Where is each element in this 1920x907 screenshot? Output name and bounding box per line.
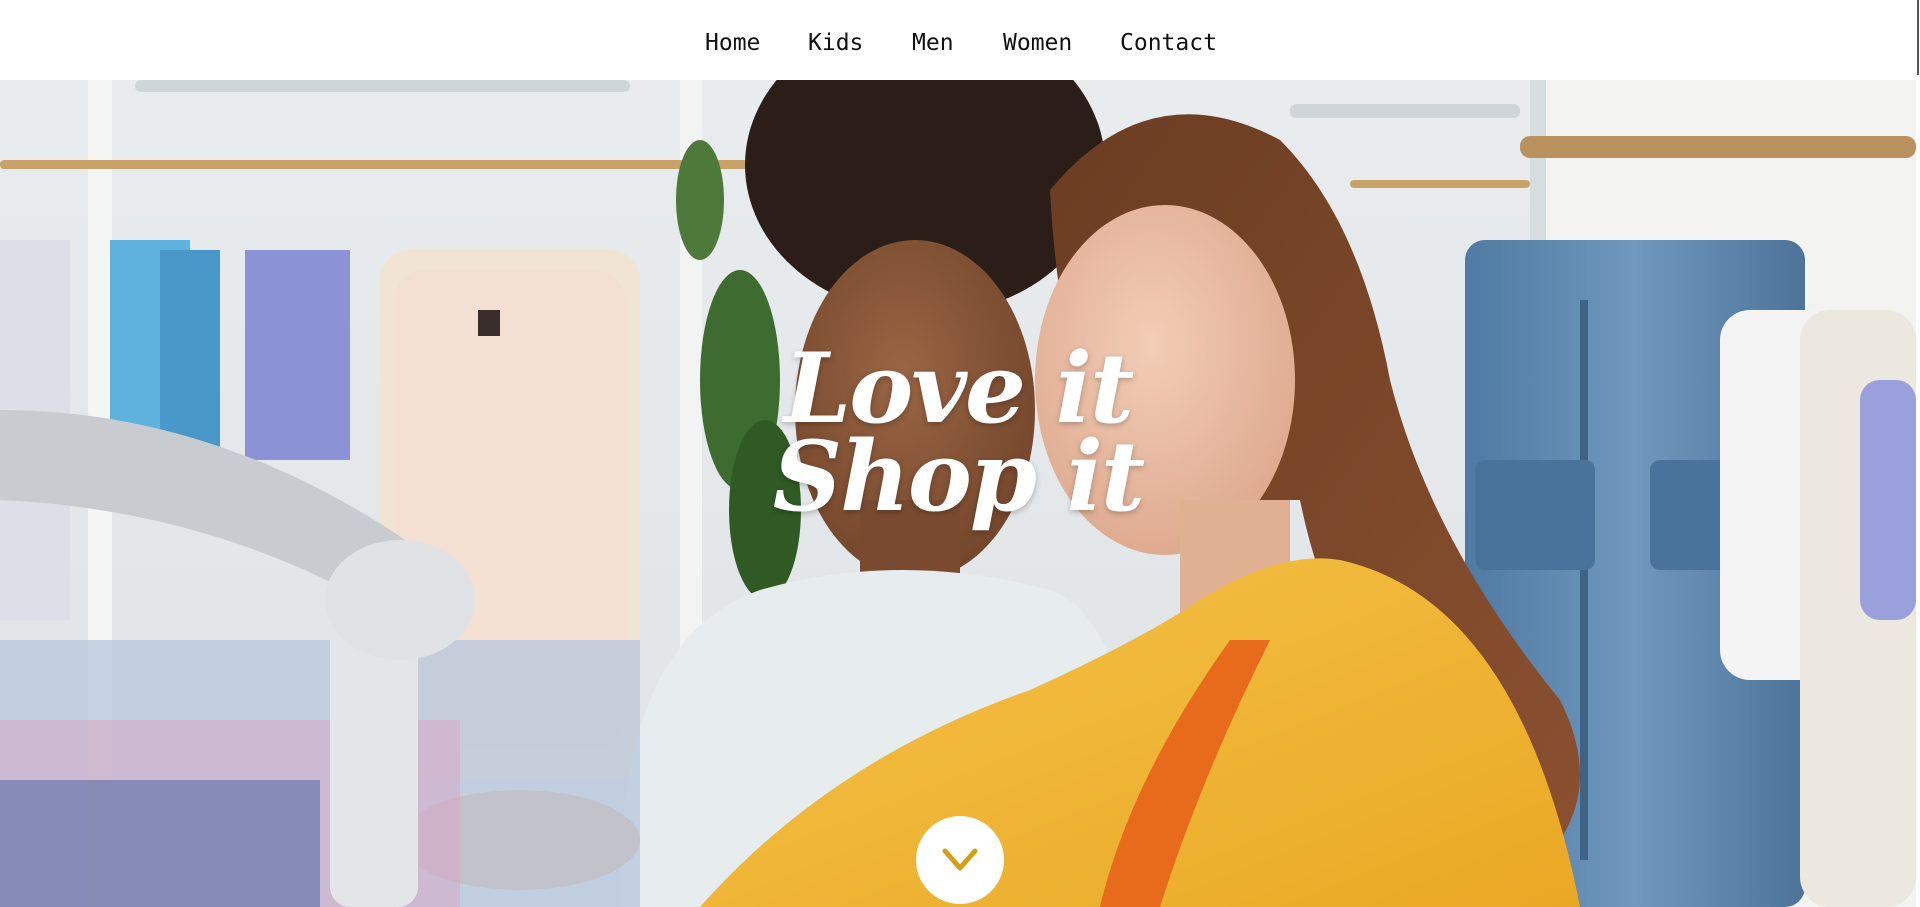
hero-tagline: Love it Shop it [0,341,1916,533]
top-navbar: Home Kids Men Women Contact [0,0,1920,80]
scrollbar-thumb[interactable] [1917,0,1919,75]
scroll-down-button[interactable] [916,816,1004,904]
nav-link-contact[interactable]: Contact [1120,30,1217,56]
nav-link-women[interactable]: Women [1003,30,1072,56]
hero-section: Love it Shop it [0,80,1916,907]
page-scrollbar[interactable] [1916,0,1920,907]
nav-link-home[interactable]: Home [705,30,760,56]
nav-link-men[interactable]: Men [912,30,954,56]
nav-link-kids[interactable]: Kids [808,30,863,56]
tagline-line-2: Shop it [772,420,1146,533]
chevron-down-icon [942,848,978,871]
